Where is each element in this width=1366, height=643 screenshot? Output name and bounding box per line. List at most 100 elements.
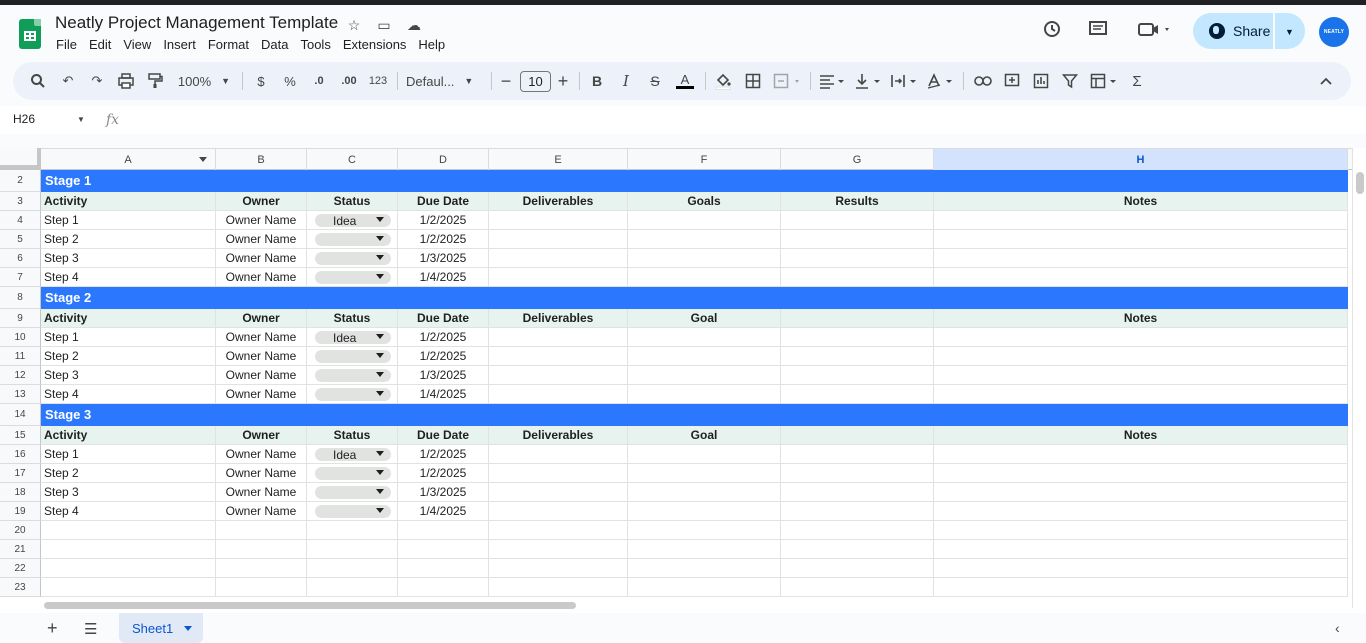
cell-c6[interactable]: [307, 249, 398, 267]
zoom-select[interactable]: 100% ▼: [173, 70, 235, 92]
cell-a16[interactable]: Step 1: [41, 445, 216, 463]
cell-e12[interactable]: [489, 366, 628, 384]
meet-video-icon[interactable]: [1135, 17, 1175, 41]
cell-f12[interactable]: [628, 366, 781, 384]
row-number[interactable]: 12: [0, 366, 41, 385]
cell-c16[interactable]: Idea: [307, 445, 398, 463]
row-number[interactable]: 10: [0, 328, 41, 347]
cell-g22[interactable]: [781, 559, 934, 577]
cell-e22[interactable]: [489, 559, 628, 577]
cell-b3[interactable]: Owner: [216, 192, 307, 210]
menu-item-help[interactable]: Help: [412, 37, 451, 52]
cell-c18[interactable]: [307, 483, 398, 501]
fill-color-icon[interactable]: [712, 70, 734, 92]
cell-a13[interactable]: Step 4: [41, 385, 216, 403]
column-header-f[interactable]: F: [628, 149, 781, 170]
avatar[interactable]: NEATLY: [1319, 17, 1349, 47]
column-header-h[interactable]: H: [934, 149, 1348, 170]
cell-b7[interactable]: Owner Name: [216, 268, 307, 286]
undo-icon[interactable]: ↶: [57, 70, 79, 92]
cell-g6[interactable]: [781, 249, 934, 267]
cell-f10[interactable]: [628, 328, 781, 346]
cell-c22[interactable]: [307, 559, 398, 577]
cell-b6[interactable]: Owner Name: [216, 249, 307, 267]
cell-f9[interactable]: Goal: [628, 309, 781, 327]
cell-f16[interactable]: [628, 445, 781, 463]
cell-a11[interactable]: Step 2: [41, 347, 216, 365]
cell-a7[interactable]: Step 4: [41, 268, 216, 286]
version-history-icon[interactable]: [1040, 17, 1064, 41]
row-number[interactable]: 13: [0, 385, 41, 404]
cell-e17[interactable]: [489, 464, 628, 482]
cell-d13[interactable]: 1/4/2025: [398, 385, 489, 403]
cell-g20[interactable]: [781, 521, 934, 539]
text-rotation-icon[interactable]: [925, 70, 957, 92]
cell-h4[interactable]: [934, 211, 1348, 229]
cell-g13[interactable]: [781, 385, 934, 403]
cell-a20[interactable]: [41, 521, 216, 539]
cell-h20[interactable]: [934, 521, 1348, 539]
cell-g5[interactable]: [781, 230, 934, 248]
cell-f18[interactable]: [628, 483, 781, 501]
cell-b20[interactable]: [216, 521, 307, 539]
cell-h16[interactable]: [934, 445, 1348, 463]
print-icon[interactable]: [115, 70, 137, 92]
status-dropdown-chip[interactable]: [315, 505, 391, 518]
cell-b9[interactable]: Owner: [216, 309, 307, 327]
cell-e21[interactable]: [489, 540, 628, 558]
cell-a5[interactable]: Step 2: [41, 230, 216, 248]
horizontal-align-icon[interactable]: [817, 70, 849, 92]
cell-f21[interactable]: [628, 540, 781, 558]
cell-a15[interactable]: Activity: [41, 426, 216, 444]
cell-g3[interactable]: Results: [781, 192, 934, 210]
cell-e11[interactable]: [489, 347, 628, 365]
sheet-tab-sheet1[interactable]: Sheet1: [119, 613, 203, 643]
cell-d10[interactable]: 1/2/2025: [398, 328, 489, 346]
borders-icon[interactable]: [742, 70, 764, 92]
text-wrapping-icon[interactable]: [889, 70, 921, 92]
row-number[interactable]: 6: [0, 249, 41, 268]
menu-item-view[interactable]: View: [117, 37, 157, 52]
status-dropdown-chip[interactable]: Idea: [315, 448, 391, 462]
cell-e9[interactable]: Deliverables: [489, 309, 628, 327]
column-a-caret-icon[interactable]: [199, 157, 207, 162]
move-folder-icon[interactable]: ▭: [374, 15, 394, 35]
side-panel-toggle-icon[interactable]: ‹: [1335, 620, 1340, 636]
cell-d20[interactable]: [398, 521, 489, 539]
cell-b16[interactable]: Owner Name: [216, 445, 307, 463]
cell-a23[interactable]: [41, 578, 216, 596]
cell-h15[interactable]: Notes: [934, 426, 1348, 444]
cell-g7[interactable]: [781, 268, 934, 286]
cell-b21[interactable]: [216, 540, 307, 558]
cell-h13[interactable]: [934, 385, 1348, 403]
cell-h11[interactable]: [934, 347, 1348, 365]
cell-g4[interactable]: [781, 211, 934, 229]
menu-item-format[interactable]: Format: [202, 37, 255, 52]
cell-a4[interactable]: Step 1: [41, 211, 216, 229]
horizontal-scroll-thumb[interactable]: [44, 602, 576, 609]
share-button[interactable]: Share ▼: [1193, 13, 1305, 49]
row-number[interactable]: 7: [0, 268, 41, 287]
status-dropdown-chip[interactable]: [315, 486, 391, 499]
cell-f15[interactable]: Goal: [628, 426, 781, 444]
cell-h3[interactable]: Notes: [934, 192, 1348, 210]
cell-e4[interactable]: [489, 211, 628, 229]
cell-a12[interactable]: Step 3: [41, 366, 216, 384]
cell-d3[interactable]: Due Date: [398, 192, 489, 210]
row-number[interactable]: 8: [0, 287, 41, 309]
column-header-a[interactable]: A: [41, 149, 216, 170]
cell-a19[interactable]: Step 4: [41, 502, 216, 520]
cell-a9[interactable]: Activity: [41, 309, 216, 327]
cell-d15[interactable]: Due Date: [398, 426, 489, 444]
increase-decimal-button[interactable]: .00: [335, 70, 363, 92]
cell-d21[interactable]: [398, 540, 489, 558]
italic-icon[interactable]: I: [616, 70, 636, 92]
collapse-toolbar-icon[interactable]: [1315, 70, 1337, 92]
cell-a17[interactable]: Step 2: [41, 464, 216, 482]
column-header-g[interactable]: G: [781, 149, 934, 170]
row-number[interactable]: 2: [0, 170, 41, 192]
cell-h18[interactable]: [934, 483, 1348, 501]
all-sheets-menu-icon[interactable]: ☰: [84, 620, 97, 638]
percent-format-button[interactable]: %: [280, 70, 300, 92]
cell-f11[interactable]: [628, 347, 781, 365]
